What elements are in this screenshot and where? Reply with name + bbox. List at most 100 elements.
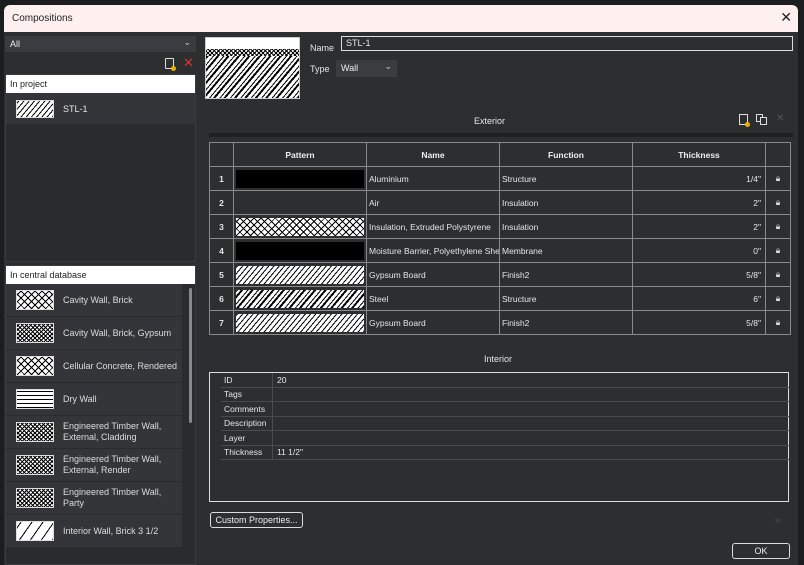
scrollbar[interactable]: [189, 288, 192, 423]
type-dropdown[interactable]: Wall ⌄: [336, 60, 397, 77]
delete-icon[interactable]: ✕: [183, 55, 194, 71]
add-layer-icon[interactable]: [739, 114, 750, 127]
row-index: 2: [209, 190, 234, 215]
table-row[interactable]: 7 Gypsum Board Finish2 5/8" 🔒︎: [209, 310, 791, 335]
list-item[interactable]: Cellular Concrete, Rendered: [6, 350, 182, 383]
lock-icon[interactable]: 🔒︎: [765, 214, 791, 239]
pattern-cell[interactable]: [233, 238, 367, 263]
row-index: 7: [209, 310, 234, 335]
list-item[interactable]: Engineered Timber Wall, Party: [6, 482, 182, 515]
thickness-cell[interactable]: 0": [632, 238, 766, 263]
pattern-cell[interactable]: [233, 214, 367, 239]
property-value[interactable]: [272, 387, 789, 401]
name-cell[interactable]: Gypsum Board: [366, 310, 500, 335]
table-row[interactable]: 3 Insulation, Extruded Polystyrene Insul…: [209, 214, 791, 239]
lock-icon[interactable]: 🔒︎: [765, 262, 791, 287]
function-cell[interactable]: Finish2: [499, 262, 633, 287]
lock-icon[interactable]: 🔒︎: [765, 166, 791, 191]
function-cell[interactable]: Insulation: [499, 214, 633, 239]
divider: [209, 133, 793, 137]
lock-icon[interactable]: 🔒︎: [765, 190, 791, 215]
table-row[interactable]: 5 Gypsum Board Finish2 5/8" 🔒︎: [209, 262, 791, 287]
name-cell[interactable]: Insulation, Extruded Polystyrene: [366, 214, 500, 239]
row-index: 1: [209, 166, 234, 191]
name-header[interactable]: Name: [366, 142, 500, 167]
lock-icon[interactable]: 🔒︎: [765, 310, 791, 335]
property-value[interactable]: 11 1/2": [272, 445, 789, 459]
list-item[interactable]: STL-1: [6, 93, 195, 124]
property-value[interactable]: [272, 416, 789, 430]
thickness-cell[interactable]: 1/4": [632, 166, 766, 191]
name-cell[interactable]: Air: [366, 190, 500, 215]
property-row[interactable]: Layer: [221, 431, 789, 446]
thickness-cell[interactable]: 2": [632, 214, 766, 239]
lock-icon[interactable]: 🔒︎: [765, 238, 791, 263]
name-input[interactable]: STL-1: [341, 36, 793, 51]
list-item-label: Engineered Timber Wall, External, Claddi…: [63, 421, 162, 442]
close-icon: ✕: [774, 516, 782, 526]
row-index: 4: [209, 238, 234, 263]
central-database-panel: In central database Cavity Wall, Brick Ca…: [5, 265, 196, 565]
thickness-cell[interactable]: 2": [632, 190, 766, 215]
property-key: Tags: [224, 389, 242, 400]
list-item-label: Engineered Timber Wall, External, Render: [63, 454, 162, 475]
property-key: Description: [224, 418, 267, 429]
list-item-label: STL-1: [63, 103, 88, 114]
function-header[interactable]: Function: [499, 142, 633, 167]
pattern-cell[interactable]: [233, 262, 367, 287]
property-row[interactable]: Tags: [221, 387, 789, 402]
pattern-swatch: [236, 289, 364, 308]
name-cell[interactable]: Steel: [366, 286, 500, 311]
thickness-cell[interactable]: 5/8": [632, 262, 766, 287]
new-composition-icon[interactable]: [165, 58, 176, 71]
list-item[interactable]: Interior Wall, Brick 3 1/2: [6, 515, 182, 548]
table-row[interactable]: 6 Steel Structure 6" 🔒︎: [209, 286, 791, 311]
custom-properties-button[interactable]: Custom Properties...: [210, 512, 303, 528]
delete-layer-icon[interactable]: ✕: [776, 113, 784, 124]
chevron-down-icon: ⌄: [183, 37, 191, 47]
thickness-cell[interactable]: 5/8": [632, 310, 766, 335]
list-item-label: Cavity Wall, Brick, Gypsum: [63, 327, 172, 338]
layers-table: Pattern Name Function Thickness 1 Alumin…: [209, 142, 791, 335]
type-label: Type: [310, 64, 330, 74]
pattern-swatch: [236, 169, 364, 188]
pattern-swatch: [236, 265, 364, 284]
table-row[interactable]: 2 Air Insulation 2" 🔒︎: [209, 190, 791, 215]
property-row[interactable]: Thickness 11 1/2": [221, 445, 789, 460]
property-row[interactable]: Description: [221, 416, 789, 431]
duplicate-layer-icon[interactable]: [756, 114, 768, 126]
pattern-thumbnail: [16, 455, 54, 475]
property-value[interactable]: 20: [272, 373, 789, 387]
name-cell[interactable]: Moisture Barrier, Polyethylene Sheet: [366, 238, 500, 263]
thickness-header[interactable]: Thickness: [632, 142, 766, 167]
list-item[interactable]: Cavity Wall, Brick, Gypsum: [6, 317, 182, 350]
function-cell[interactable]: Insulation: [499, 190, 633, 215]
property-value[interactable]: [272, 431, 789, 445]
thickness-cell[interactable]: 6": [632, 286, 766, 311]
index-header: [209, 142, 234, 167]
list-item[interactable]: Dry Wall: [6, 383, 182, 416]
close-icon[interactable]: ✕: [780, 9, 792, 26]
table-row[interactable]: 4 Moisture Barrier, Polyethylene Sheet M…: [209, 238, 791, 263]
pattern-cell[interactable]: [233, 286, 367, 311]
name-cell[interactable]: Aluminium: [366, 166, 500, 191]
pattern-header[interactable]: Pattern: [233, 142, 367, 167]
pattern-cell[interactable]: [233, 166, 367, 191]
property-value[interactable]: [272, 402, 789, 416]
list-item[interactable]: Engineered Timber Wall, External, Render: [6, 449, 182, 482]
ok-button[interactable]: OK: [732, 543, 790, 559]
pattern-cell[interactable]: [233, 190, 367, 215]
list-item[interactable]: Engineered Timber Wall, External, Claddi…: [6, 416, 182, 449]
function-cell[interactable]: Structure: [499, 166, 633, 191]
function-cell[interactable]: Structure: [499, 286, 633, 311]
list-item[interactable]: Cavity Wall, Brick: [6, 284, 182, 317]
function-cell[interactable]: Membrane: [499, 238, 633, 263]
property-row[interactable]: Comments: [221, 402, 789, 417]
property-row[interactable]: ID 20: [221, 373, 789, 388]
function-cell[interactable]: Finish2: [499, 310, 633, 335]
lock-icon[interactable]: 🔒︎: [765, 286, 791, 311]
pattern-cell[interactable]: [233, 310, 367, 335]
table-row[interactable]: 1 Aluminium Structure 1/4" 🔒︎: [209, 166, 791, 191]
filter-dropdown[interactable]: All ⌄: [5, 36, 196, 52]
name-cell[interactable]: Gypsum Board: [366, 262, 500, 287]
